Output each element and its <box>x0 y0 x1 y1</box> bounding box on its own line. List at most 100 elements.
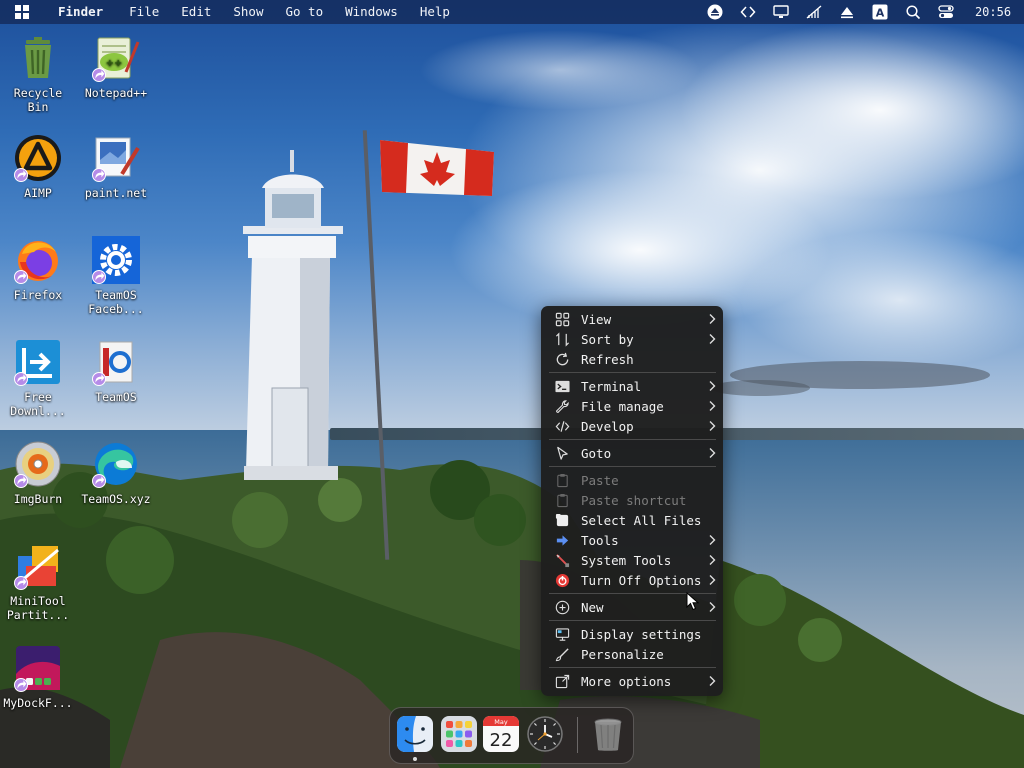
desktop-icon-teamos[interactable]: TeamOS <box>78 338 154 404</box>
brush-icon <box>553 646 571 662</box>
menu-item-display-settings[interactable]: Display settings <box>541 624 723 644</box>
eject-icon[interactable] <box>698 0 731 24</box>
menu-item-view[interactable]: View <box>541 309 723 329</box>
code-icon[interactable] <box>731 0 764 24</box>
svg-text:++: ++ <box>106 58 123 69</box>
menu-item-tools[interactable]: Tools <box>541 530 723 550</box>
clipboard-icon <box>553 472 571 488</box>
shortcut-arrow-icon <box>14 576 28 590</box>
desktop-icon-aimp[interactable]: AIMP <box>0 134 76 200</box>
menu-item-label: Paste shortcut <box>581 492 687 508</box>
dock-item-clock[interactable] <box>526 715 564 753</box>
menu-item-label: More options <box>581 673 672 689</box>
menu-edit[interactable]: Edit <box>170 0 222 24</box>
refresh-icon <box>553 351 571 367</box>
menu-go-to[interactable]: Go to <box>274 0 334 24</box>
menu-separator <box>549 620 716 621</box>
chevron-right-icon <box>709 535 716 545</box>
menu-item-sort-by[interactable]: Sort by <box>541 329 723 349</box>
chevron-right-icon <box>709 401 716 411</box>
menu-item-label: View <box>581 311 612 327</box>
menu-item-develop[interactable]: Develop <box>541 416 723 436</box>
monitor-icon[interactable] <box>764 0 797 24</box>
desktop-icon-free-download-manager[interactable]: Free Downl... <box>0 338 76 418</box>
menu-item-label: Develop <box>581 418 634 434</box>
menu-item-system-tools[interactable]: System Tools <box>541 550 723 570</box>
dock-item-launchpad[interactable] <box>440 715 478 753</box>
dock-item-finder[interactable] <box>396 715 434 753</box>
shortcut-arrow-icon <box>92 474 106 488</box>
menu-item-label: File manage <box>581 398 664 414</box>
pen-tool-icon <box>553 552 571 568</box>
calendar-month: May <box>494 718 508 726</box>
shortcut-arrow-icon <box>14 474 28 488</box>
desktop-icon-label: ImgBurn <box>13 492 63 506</box>
menu-item-label: Turn Off Options <box>581 572 702 588</box>
desktop-icon-label: Free Downl... <box>10 390 66 418</box>
menu-file[interactable]: File <box>118 0 170 24</box>
shortcut-arrow-icon <box>92 372 106 386</box>
desktop-icon-minitool-partition[interactable]: MiniTool Partit... <box>0 542 76 622</box>
keyboard-layout-icon[interactable]: A <box>863 0 896 24</box>
menu-item-more-options[interactable]: More options <box>541 671 723 691</box>
desktop-icon-paint-net[interactable]: paint.net <box>78 134 154 200</box>
menu-item-label: New <box>581 599 604 615</box>
menu-item-goto[interactable]: Goto <box>541 443 723 463</box>
menu-item-label: Sort by <box>581 331 634 347</box>
start-logo-icon[interactable] <box>0 0 44 24</box>
dock: May 22 <box>389 707 634 764</box>
menu-item-file-manage[interactable]: File manage <box>541 396 723 416</box>
dock-item-calendar[interactable]: May 22 <box>482 715 520 753</box>
desktop-icon-recycle-bin[interactable]: Recycle Bin <box>0 34 76 114</box>
dock-separator <box>577 717 578 753</box>
recycle-bin-icon <box>25 37 51 78</box>
calendar-day: 22 <box>490 730 513 751</box>
menu-item-select-all-files[interactable]: Select All Files <box>541 510 723 530</box>
network-off-icon[interactable] <box>797 0 830 24</box>
chevron-right-icon <box>709 381 716 391</box>
menu-app-finder[interactable]: Finder <box>44 0 118 24</box>
menu-separator <box>549 466 716 467</box>
menu-item-paste[interactable]: Paste <box>541 470 723 490</box>
shortcut-arrow-icon <box>92 168 106 182</box>
menu-windows[interactable]: Windows <box>334 0 409 24</box>
mouse-cursor-icon <box>686 592 700 611</box>
chevron-right-icon <box>709 448 716 458</box>
desktop-icon-label: AIMP <box>24 186 52 200</box>
arrow-up-icon[interactable] <box>830 0 863 24</box>
menu-item-refresh[interactable]: Refresh <box>541 349 723 369</box>
status-tray: A 20:56 <box>698 0 1024 24</box>
control-center-icon[interactable] <box>929 0 962 24</box>
plus-circle-icon <box>553 599 571 615</box>
terminal-icon <box>553 378 571 394</box>
shortcut-arrow-icon <box>14 372 28 386</box>
menu-item-label: Select All Files <box>581 512 702 528</box>
desktop-icon-teamos-xyz[interactable]: TeamOS.xyz <box>78 440 154 506</box>
menu-item-label: Display settings <box>581 626 702 642</box>
search-icon[interactable] <box>896 0 929 24</box>
desktop-icon-firefox[interactable]: Firefox <box>0 236 76 302</box>
desktop-icon-imgburn[interactable]: ImgBurn <box>0 440 76 506</box>
desktop-icon-notepad-plus-plus[interactable]: ++ Notepad++ <box>78 34 154 100</box>
chevron-right-icon <box>709 575 716 585</box>
desktop-icon-mydockfinder[interactable]: MyDockF... <box>0 644 76 710</box>
menu-item-label: Refresh <box>581 351 634 367</box>
clock-time[interactable]: 20:56 <box>962 5 1024 19</box>
desktop-icon-teamos-facebook[interactable]: TeamOS Faceb... <box>78 236 154 316</box>
menu-item-label: Goto <box>581 445 612 461</box>
desktop-icon-label: TeamOS.xyz <box>81 492 151 506</box>
launchpad-icon <box>441 716 477 752</box>
wrench-icon <box>553 398 571 414</box>
menu-help[interactable]: Help <box>409 0 461 24</box>
menu-show[interactable]: Show <box>222 0 274 24</box>
desktop-icon-label: MyDockF... <box>3 696 73 710</box>
dock-item-trash[interactable] <box>589 715 627 753</box>
shortcut-arrow-icon <box>92 68 106 82</box>
menu-item-terminal[interactable]: Terminal <box>541 376 723 396</box>
menu-item-personalize[interactable]: Personalize <box>541 644 723 664</box>
chevron-right-icon <box>709 555 716 565</box>
menu-item-paste-shortcut[interactable]: Paste shortcut <box>541 490 723 510</box>
menu-separator <box>549 372 716 373</box>
menu-item-turn-off-options[interactable]: Turn Off Options <box>541 570 723 590</box>
chevron-right-icon <box>709 421 716 431</box>
